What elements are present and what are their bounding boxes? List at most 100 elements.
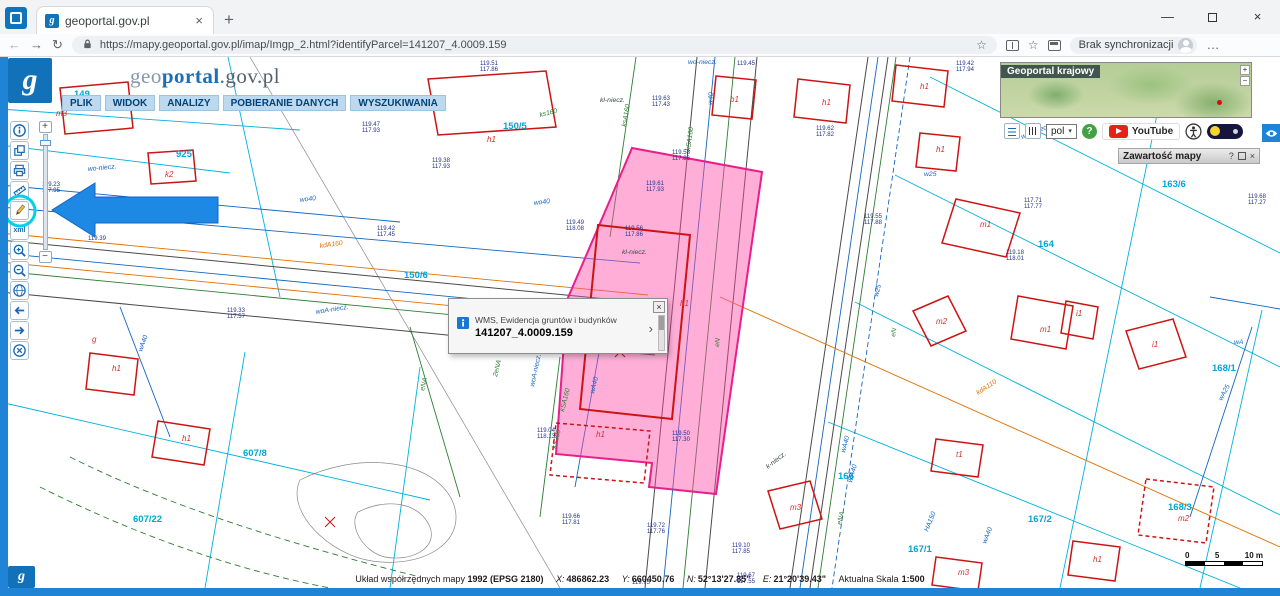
map-label: 119.49118.08 (566, 220, 585, 232)
more-icon[interactable]: … (1206, 38, 1219, 52)
previous-view-icon[interactable] (10, 301, 29, 320)
geoportal-logo-badge[interactable]: g (8, 58, 52, 103)
panel-help-icon[interactable]: ? (1229, 151, 1234, 161)
slider-track[interactable] (43, 134, 48, 250)
refresh-icon[interactable]: ↻ (52, 38, 63, 52)
select-tool-icon[interactable] (10, 141, 29, 160)
measure-tool-icon[interactable] (10, 181, 29, 200)
chevron-down-icon: ▾ (1068, 127, 1072, 135)
profile-button[interactable]: Brak synchronizacji (1070, 37, 1198, 54)
e-label: E: (763, 574, 772, 584)
logo-portal: portal (162, 64, 220, 88)
browser-tab[interactable]: g geoportal.gov.pl × (36, 6, 214, 34)
map-content-panel[interactable]: Zawartość mapy ? × (1118, 148, 1260, 164)
contrast-dot-icon (1210, 126, 1220, 136)
split-screen-icon[interactable] (1006, 40, 1019, 51)
browser-window: g geoportal.gov.pl × + — × ← → ↻ https:/… (0, 0, 1280, 596)
map-label: 119.50117.30 (672, 431, 691, 443)
layers-visibility-icon[interactable] (1262, 124, 1280, 142)
top-right-controls: pol ▾ ? YouTube (1004, 122, 1243, 140)
status-bar: Układ współrzędnych mapy 1992 (EPSG 2180… (0, 574, 1280, 584)
xml-tool-label: xml (13, 227, 25, 234)
contrast-toggle[interactable] (1207, 124, 1243, 139)
help-button[interactable]: ? (1082, 124, 1097, 139)
wms-layer-icon (457, 315, 469, 334)
x-label: X: (556, 574, 565, 584)
menu-wyszukiwania[interactable]: WYSZUKIWANIA (350, 95, 445, 111)
logo-suffix: .gov.pl (220, 64, 280, 88)
window-controls: — × (1145, 0, 1280, 34)
slider-handle[interactable] (40, 140, 51, 146)
popup-scroll-thumb[interactable] (659, 316, 664, 330)
maximize-button[interactable] (1190, 0, 1235, 34)
xml-tool[interactable]: xml (10, 221, 29, 240)
map-label: h1 (112, 364, 121, 373)
back-icon[interactable]: ← (8, 38, 21, 52)
map-label: h1 (936, 145, 945, 154)
panel-detach-icon[interactable] (1238, 152, 1246, 160)
location-marker-icon (1217, 100, 1222, 105)
map-label: h1 (182, 434, 191, 443)
map-label: m1 (980, 220, 991, 229)
map-label: 119.63117.43 (652, 96, 671, 108)
info-tool-icon[interactable] (10, 121, 29, 140)
cancel-tool-icon[interactable] (10, 341, 29, 360)
accessibility-icon[interactable] (1185, 123, 1202, 140)
map-label: g (92, 335, 97, 344)
new-tab-button[interactable]: + (224, 12, 234, 28)
menu-widok[interactable]: WIDOK (105, 95, 155, 111)
menu-analizy[interactable]: ANALIZY (159, 95, 218, 111)
overview-map[interactable]: Geoportal krajowy + − (1000, 62, 1252, 118)
popup-close-icon[interactable]: × (653, 301, 665, 313)
url-text: https://mapy.geoportal.gov.pl/imap/Imgp_… (100, 39, 969, 51)
scale-bar: 0 5 10 m (1185, 551, 1263, 566)
left-toolbar: xml (10, 121, 29, 360)
overview-zoom-out[interactable]: − (1240, 76, 1250, 86)
zoom-in-icon[interactable] (10, 241, 29, 260)
print-tool-icon[interactable] (10, 161, 29, 180)
slider-zoom-out[interactable]: − (39, 251, 52, 263)
menu-pobieranie-danych[interactable]: POBIERANIE DANYCH (223, 95, 347, 111)
map-label: 163/6 (1162, 179, 1186, 190)
slider-zoom-in[interactable]: + (39, 121, 52, 133)
popup-next-icon[interactable]: › (649, 321, 653, 336)
sync-status-label: Brak synchronizacji (1079, 39, 1174, 51)
favorites-icon[interactable]: ☆ (1028, 38, 1039, 52)
overview-zoom-in[interactable]: + (1240, 65, 1250, 75)
minimize-button[interactable]: — (1145, 0, 1190, 34)
legend-icon[interactable] (1004, 123, 1020, 139)
popup-scrollbar[interactable] (658, 315, 665, 351)
tab-close-icon[interactable]: × (193, 14, 205, 27)
full-extent-icon[interactable] (10, 281, 29, 300)
avatar (1178, 38, 1193, 53)
barcode-icon[interactable] (1025, 123, 1041, 139)
browser-logo-icon[interactable] (5, 7, 27, 29)
add-favorite-icon[interactable]: ☆ (976, 38, 987, 52)
url-bar[interactable]: https://mapy.geoportal.gov.pl/imap/Imgp_… (72, 36, 997, 54)
forward-icon[interactable]: → (30, 38, 43, 52)
youtube-label: YouTube (1132, 126, 1173, 137)
language-select[interactable]: pol ▾ (1046, 124, 1077, 139)
identify-popup: × WMS, Ewidencja gruntów i budynków 1412… (448, 298, 668, 354)
youtube-play-icon (1109, 125, 1128, 138)
draw-tool-icon[interactable] (10, 201, 29, 220)
map-label: w40 (707, 92, 715, 105)
scale-tick-0: 0 (1185, 551, 1189, 560)
zoom-slider[interactable]: + − (38, 121, 52, 263)
map-label: k2 (165, 170, 174, 179)
panel-close-icon[interactable]: × (1250, 151, 1255, 161)
map-label: 607/8 (243, 448, 267, 459)
close-button[interactable]: × (1235, 0, 1280, 34)
zoom-out-icon[interactable] (10, 261, 29, 280)
map-label: h1 (596, 430, 605, 439)
collections-icon[interactable] (1048, 40, 1061, 51)
menu-plik[interactable]: PLIK (62, 95, 101, 111)
next-view-icon[interactable] (10, 321, 29, 340)
youtube-button[interactable]: YouTube (1102, 123, 1180, 140)
map-label: h1 (822, 98, 831, 107)
site-logo[interactable]: geoportal.gov.pl (130, 64, 280, 89)
map-label: m1 (1040, 325, 1051, 334)
map-label: w25 (924, 171, 937, 178)
geoportal-footer-logo[interactable]: g (8, 566, 35, 588)
geoportal-page: 149925150/5150/6607/8607/22166164163/616… (0, 57, 1280, 596)
